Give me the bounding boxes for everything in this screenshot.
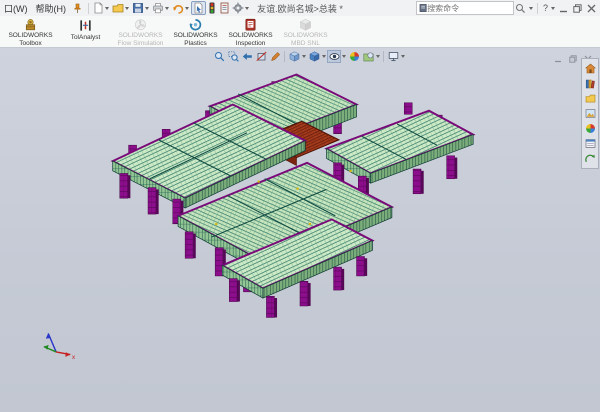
print-dropdown-icon[interactable] — [165, 7, 169, 10]
options-button[interactable] — [231, 2, 251, 14]
help-button[interactable]: ? — [541, 3, 550, 13]
save-button[interactable] — [131, 2, 151, 14]
search-button[interactable] — [514, 2, 528, 15]
addin-label: SOLIDWORKS Toolbox — [3, 32, 58, 47]
view-settings-dropdown-icon[interactable] — [401, 55, 405, 58]
pin-menu-icon[interactable] — [73, 3, 82, 14]
solidworks-forum-tab[interactable] — [584, 152, 597, 165]
form-window-icon — [585, 138, 596, 149]
zoom-to-area-icon[interactable] — [226, 50, 240, 63]
menu-help[interactable]: 帮助(H) — [32, 2, 71, 15]
mbd-icon — [298, 18, 313, 31]
flow-simulation-icon — [133, 18, 148, 31]
display-style-icon[interactable] — [307, 50, 321, 63]
apply-scene-icon[interactable] — [361, 50, 375, 63]
inspection-icon — [243, 18, 258, 31]
print-button[interactable] — [151, 2, 171, 14]
books-icon — [585, 78, 596, 89]
display-style-dropdown-icon[interactable] — [322, 55, 326, 58]
appearance-ball-icon — [585, 123, 596, 134]
triad-x-label: x — [72, 354, 76, 361]
custom-properties-tab[interactable] — [584, 137, 597, 150]
file-explorer-tab[interactable] — [584, 92, 597, 105]
task-pane-tabs — [581, 58, 599, 169]
search-doc-icon — [419, 3, 427, 13]
zoom-to-fit-icon[interactable] — [212, 50, 226, 63]
addin-label: TolAnalyst — [71, 34, 101, 41]
minimize-button[interactable] — [556, 2, 570, 15]
open-dropdown-icon[interactable] — [125, 7, 129, 10]
quick-access-toolbar — [92, 1, 251, 15]
edit-appearance-icon[interactable] — [347, 50, 361, 63]
apply-scene-dropdown-icon[interactable] — [376, 55, 380, 58]
solidworks-resources-tab[interactable] — [584, 62, 597, 75]
addin-plastics[interactable]: SOLIDWORKS Plastics — [168, 16, 223, 47]
document-title: 友谊.欧尚名城>总装 * — [257, 2, 343, 15]
folder-icon — [585, 93, 596, 104]
addin-mbd-snl: SOLIDWORKS MBD SNL — [278, 16, 333, 47]
appearances-scenes-tab[interactable] — [584, 122, 597, 135]
view-palette-tab[interactable] — [584, 107, 597, 120]
rebuild-button[interactable] — [206, 2, 218, 14]
forum-arrow-icon — [585, 153, 596, 164]
search-box[interactable] — [416, 1, 514, 15]
home-icon — [585, 63, 596, 74]
new-dropdown-icon[interactable] — [105, 7, 109, 10]
previous-view-icon[interactable] — [240, 50, 254, 63]
addin-label: SOLIDWORKS MBD SNL — [278, 32, 333, 47]
view-orientation-dropdown-icon[interactable] — [302, 55, 306, 58]
command-manager-ribbon: SOLIDWORKS Toolbox TolAnalyst SOLIDWORKS… — [0, 16, 600, 48]
addin-label: SOLIDWORKS Plastics — [168, 32, 223, 47]
undo-button[interactable] — [171, 2, 191, 14]
section-view-icon[interactable] — [254, 50, 268, 63]
divider — [537, 3, 538, 14]
select-button[interactable] — [191, 1, 206, 15]
menu-window[interactable]: 口(W) — [0, 2, 32, 15]
hide-show-items-icon[interactable] — [327, 50, 341, 63]
reference-triad: x — [44, 333, 76, 361]
save-dropdown-icon[interactable] — [145, 7, 149, 10]
close-button[interactable] — [584, 2, 598, 15]
model-canvas[interactable]: x — [0, 48, 600, 412]
divider — [88, 3, 89, 14]
title-bar: 口(W) 帮助(H) — [0, 0, 600, 17]
restore-button[interactable] — [570, 2, 584, 15]
hide-show-dropdown-icon[interactable] — [342, 55, 346, 58]
search-input[interactable] — [427, 4, 511, 13]
divider — [383, 51, 384, 62]
addin-solidworks-toolbox[interactable]: SOLIDWORKS Toolbox — [3, 16, 58, 47]
file-properties-button[interactable] — [218, 2, 231, 14]
new-button[interactable] — [92, 2, 111, 14]
doc-minimize-button[interactable] — [554, 50, 562, 68]
options-dropdown-icon[interactable] — [245, 7, 249, 10]
addin-label: SOLIDWORKS Inspection — [223, 32, 278, 47]
addin-inspection[interactable]: SOLIDWORKS Inspection — [223, 16, 278, 47]
view-orientation-icon[interactable] — [287, 50, 301, 63]
search-dropdown-icon[interactable] — [529, 7, 533, 10]
toolbox-icon — [23, 18, 38, 31]
view-settings-icon[interactable] — [386, 50, 400, 63]
open-button[interactable] — [111, 2, 131, 14]
divider — [284, 51, 285, 62]
addin-label: SOLIDWORKS Flow Simulation — [113, 32, 168, 47]
addin-flow-simulation: SOLIDWORKS Flow Simulation — [113, 16, 168, 47]
tolanalyst-icon — [78, 18, 93, 33]
addin-tolanalyst[interactable]: TolAnalyst — [58, 16, 113, 47]
plastics-icon — [188, 18, 203, 31]
doc-restore-button[interactable] — [569, 50, 577, 68]
menu-bar: 口(W) 帮助(H) — [0, 2, 70, 15]
picture-icon — [585, 108, 596, 119]
graphics-viewport[interactable]: x — [0, 48, 600, 412]
annotation-icon[interactable] — [268, 50, 282, 63]
design-library-tab[interactable] — [584, 77, 597, 90]
help-dropdown-icon[interactable] — [551, 7, 555, 10]
undo-dropdown-icon[interactable] — [185, 7, 189, 10]
heads-up-view-toolbar — [212, 50, 406, 63]
